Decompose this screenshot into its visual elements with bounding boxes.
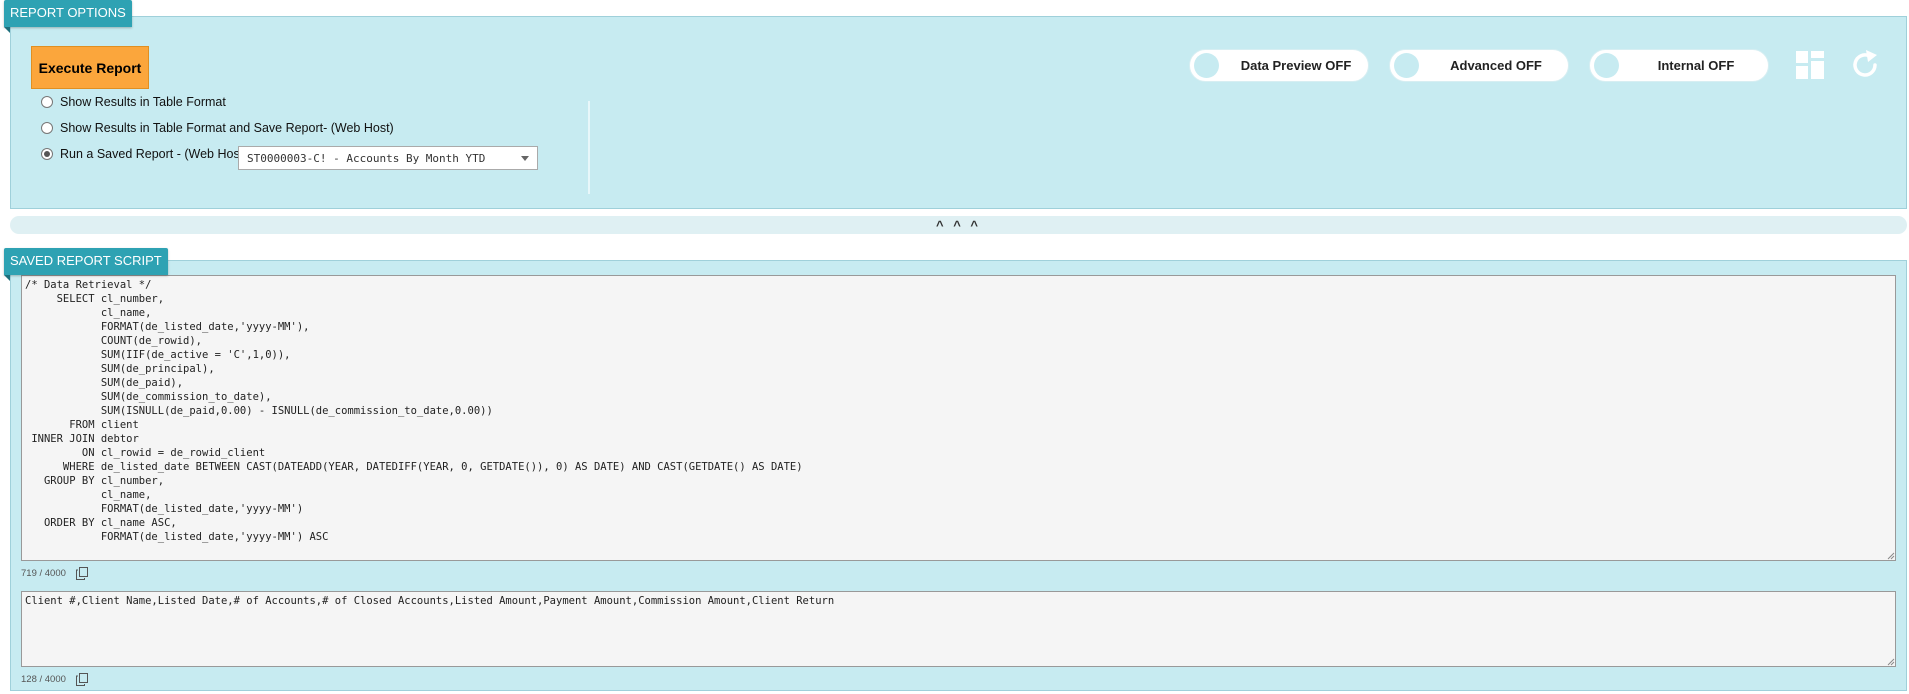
column-headers-textarea[interactable]: Client #,Client Name,Listed Date,# of Ac… [21,591,1896,667]
columns-char-count: 128 / 4000 [21,674,66,685]
radio-run-saved[interactable]: Run a Saved Report - (Web Host) [41,147,247,161]
columns-char-counter: 128 / 4000 [21,673,88,686]
data-preview-toggle[interactable]: Data Preview OFF [1189,49,1369,82]
layout-grid-icon[interactable] [1794,49,1826,81]
radio-table-format-label: Show Results in Table Format [60,95,226,109]
radio-run-saved-input[interactable] [41,148,53,160]
sql-char-counter: 719 / 4000 [21,567,88,580]
radio-run-saved-label: Run a Saved Report - (Web Host) [60,147,248,161]
internal-toggle[interactable]: Internal OFF [1589,49,1769,82]
resize-handle-icon[interactable] [1887,552,1895,560]
sql-char-count: 719 / 4000 [21,568,66,579]
data-preview-toggle-label: Data Preview OFF [1240,58,1352,73]
radio-table-format-input[interactable] [41,96,53,108]
saved-report-select[interactable]: ST0000003-C! - Accounts By Month YTD [238,146,538,170]
radio-table-format[interactable]: Show Results in Table Format [41,95,226,109]
radio-table-save-input[interactable] [41,122,53,134]
toggle-knob [1394,53,1419,78]
report-options-tab: REPORT OPTIONS [4,0,132,33]
copy-icon[interactable] [75,673,88,686]
chevron-down-icon [521,156,529,161]
saved-report-script-panel: /* Data Retrieval */ SELECT cl_number, c… [10,260,1907,691]
execute-report-button[interactable]: Execute Report [31,46,149,89]
resize-handle-icon[interactable] [1887,658,1895,666]
radio-table-save[interactable]: Show Results in Table Format and Save Re… [41,121,394,135]
copy-icon[interactable] [75,567,88,580]
advanced-toggle-label: Advanced OFF [1450,58,1542,73]
internal-toggle-label: Internal OFF [1657,58,1735,73]
toggle-knob [1194,53,1219,78]
collapse-options-bar[interactable]: ^ ^ ^ [10,216,1907,234]
options-divider [588,101,590,194]
advanced-toggle[interactable]: Advanced OFF [1389,49,1569,82]
saved-report-select-value: ST0000003-C! - Accounts By Month YTD [247,151,486,165]
report-options-panel: Execute Report Show Results in Table For… [10,16,1907,209]
sql-script-textarea[interactable]: /* Data Retrieval */ SELECT cl_number, c… [21,275,1896,561]
radio-table-save-label: Show Results in Table Format and Save Re… [60,121,394,135]
toggle-knob [1594,53,1619,78]
refresh-icon[interactable] [1849,49,1881,81]
saved-report-script-tab: SAVED REPORT SCRIPT [4,248,168,281]
